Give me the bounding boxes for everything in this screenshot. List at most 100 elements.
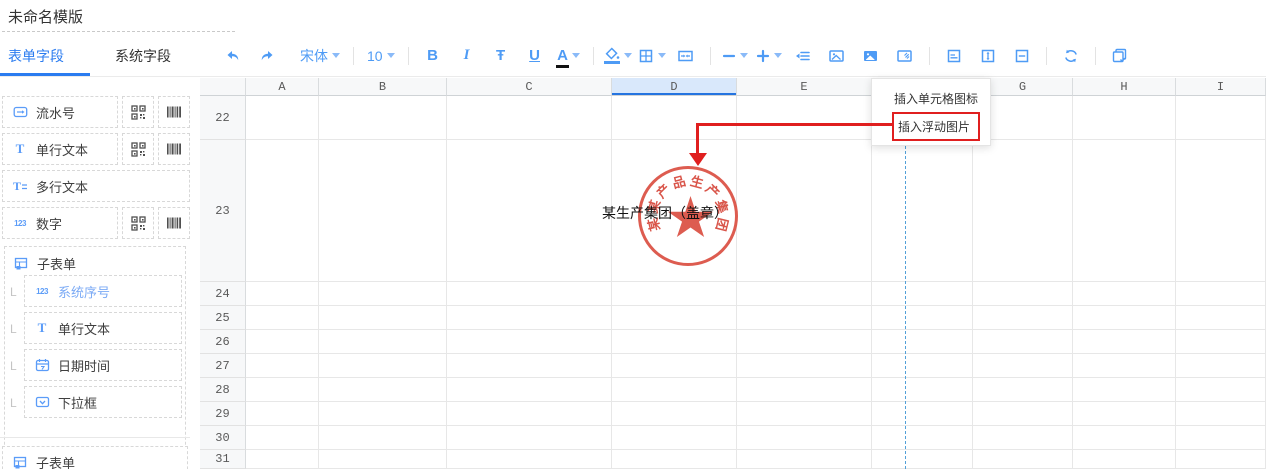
merge-cells-button[interactable] (669, 43, 703, 69)
font-family-select[interactable]: 宋体 (294, 43, 346, 69)
font-color-button[interactable]: A (552, 43, 586, 69)
cell-H23[interactable] (1073, 140, 1176, 282)
cell-D24[interactable] (612, 282, 737, 306)
cell-C26[interactable] (447, 330, 612, 354)
watermark-button[interactable] (888, 43, 922, 69)
cell-F30[interactable] (872, 426, 973, 450)
cell-H31[interactable] (1073, 450, 1176, 469)
text-barcode-button[interactable] (158, 133, 190, 165)
cell-H27[interactable] (1073, 354, 1176, 378)
cell-E29[interactable] (737, 402, 872, 426)
subform-child-datetime[interactable]: 日期时间 (24, 349, 182, 381)
cell-B30[interactable] (319, 426, 447, 450)
serial-qrcode-button[interactable] (122, 96, 154, 128)
cell-F29[interactable] (872, 402, 973, 426)
page-title[interactable]: 未命名模版 (8, 6, 83, 27)
field-multi-line-text[interactable]: T 多行文本 (2, 170, 190, 202)
cell-text-button[interactable] (937, 43, 971, 69)
select-all-corner[interactable] (200, 78, 246, 96)
cell-G30[interactable] (973, 426, 1073, 450)
cell-G23[interactable] (973, 140, 1073, 282)
text-qrcode-button[interactable] (122, 133, 154, 165)
row-header-27[interactable]: 27 (200, 354, 246, 378)
outdent-button[interactable] (786, 43, 820, 69)
cell-D26[interactable] (612, 330, 737, 354)
row-header-26[interactable]: 26 (200, 330, 246, 354)
subform-child-single-text[interactable]: T 单行文本 (24, 312, 182, 344)
row-header-23[interactable]: 23 (200, 140, 246, 282)
refresh-button[interactable] (1054, 43, 1088, 69)
cell-B22[interactable] (319, 96, 447, 140)
cell-B29[interactable] (319, 402, 447, 426)
cell-B25[interactable] (319, 306, 447, 330)
row-header-28[interactable]: 28 (200, 378, 246, 402)
cell-E27[interactable] (737, 354, 872, 378)
cell-H26[interactable] (1073, 330, 1176, 354)
column-header-H[interactable]: H (1073, 78, 1176, 96)
field-single-line-text[interactable]: T 单行文本 (2, 133, 118, 165)
copy-template-button[interactable] (1103, 43, 1137, 69)
column-header-C[interactable]: C (447, 78, 612, 96)
insert-rows-button[interactable] (752, 43, 786, 69)
borders-button[interactable] (635, 43, 669, 69)
number-barcode-button[interactable] (158, 207, 190, 239)
cell-G28[interactable] (973, 378, 1073, 402)
cell-A27[interactable] (246, 354, 319, 378)
cell-B27[interactable] (319, 354, 447, 378)
cell-C25[interactable] (447, 306, 612, 330)
column-header-A[interactable]: A (246, 78, 319, 96)
cell-C23[interactable] (447, 140, 612, 282)
cell-F25[interactable] (872, 306, 973, 330)
menu-item-insert-cell-icon[interactable]: 插入单元格图标 (894, 90, 978, 107)
cell-E28[interactable] (737, 378, 872, 402)
cell-G25[interactable] (973, 306, 1073, 330)
bold-button[interactable]: B (416, 43, 450, 69)
cell-E22[interactable] (737, 96, 872, 140)
cell-B26[interactable] (319, 330, 447, 354)
cell-F27[interactable] (872, 354, 973, 378)
field-number[interactable]: 123 数字 (2, 207, 118, 239)
number-qrcode-button[interactable] (122, 207, 154, 239)
cell-I26[interactable] (1176, 330, 1266, 354)
cell-A24[interactable] (246, 282, 319, 306)
delete-rows-button[interactable] (718, 43, 752, 69)
cell-I28[interactable] (1176, 378, 1266, 402)
cell-I30[interactable] (1176, 426, 1266, 450)
tab-form-fields[interactable]: 表单字段 (8, 35, 64, 77)
cell-C22[interactable] (447, 96, 612, 140)
tab-system-fields[interactable]: 系统字段 (115, 35, 171, 77)
cell-D30[interactable] (612, 426, 737, 450)
cell-C28[interactable] (447, 378, 612, 402)
row-height-button[interactable] (971, 43, 1005, 69)
cell-F28[interactable] (872, 378, 973, 402)
row-header-24[interactable]: 24 (200, 282, 246, 306)
cell-G24[interactable] (973, 282, 1073, 306)
cell-C30[interactable] (447, 426, 612, 450)
cell-H25[interactable] (1073, 306, 1176, 330)
cell-F23[interactable] (872, 140, 973, 282)
redo-button[interactable] (250, 43, 284, 69)
cell-I27[interactable] (1176, 354, 1266, 378)
row-header-30[interactable]: 30 (200, 426, 246, 450)
cell-H24[interactable] (1073, 282, 1176, 306)
cell-H30[interactable] (1073, 426, 1176, 450)
cell-A25[interactable] (246, 306, 319, 330)
field-subform[interactable]: 子表单 (12, 254, 76, 273)
column-header-I[interactable]: I (1176, 78, 1266, 96)
cell-C29[interactable] (447, 402, 612, 426)
cell-H29[interactable] (1073, 402, 1176, 426)
row-header-31[interactable]: 31 (200, 450, 246, 469)
cell-F31[interactable] (872, 450, 973, 469)
cell-E31[interactable] (737, 450, 872, 469)
cell-F24[interactable] (872, 282, 973, 306)
cell-D31[interactable] (612, 450, 737, 469)
cell-A31[interactable] (246, 450, 319, 469)
cell-C24[interactable] (447, 282, 612, 306)
undo-button[interactable] (216, 43, 250, 69)
cell-B31[interactable] (319, 450, 447, 469)
cell-E25[interactable] (737, 306, 872, 330)
cell-B24[interactable] (319, 282, 447, 306)
cell-I31[interactable] (1176, 450, 1266, 469)
strikethrough-button[interactable]: Ŧ (484, 43, 518, 69)
insert-floating-image-button[interactable] (854, 43, 888, 69)
